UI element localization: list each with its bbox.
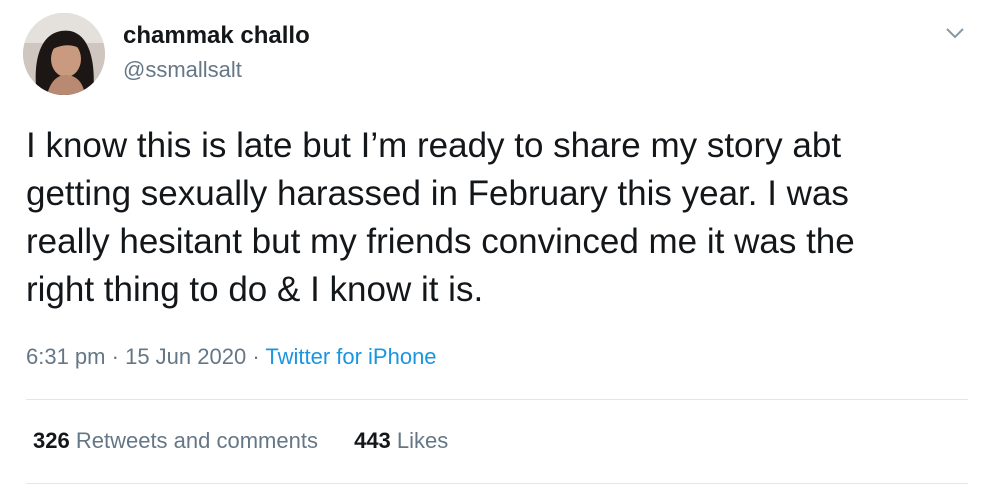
tweet-source-link[interactable]: Twitter for iPhone	[265, 344, 436, 369]
tweet-meta: 6:31 pm · 15 Jun 2020 · Twitter for iPho…	[26, 344, 437, 370]
author-display-name[interactable]: chammak challo	[123, 22, 310, 50]
likes-stat[interactable]: 443 Likes	[354, 428, 448, 454]
author-handle[interactable]: @ssmallsalt	[123, 57, 242, 83]
meta-separator: ·	[111, 344, 119, 369]
chevron-down-icon	[946, 28, 964, 39]
avatar[interactable]	[23, 13, 105, 95]
meta-separator: ·	[252, 344, 260, 369]
tweet-card: chammak challo @ssmallsalt I know this i…	[0, 0, 1000, 494]
divider	[26, 399, 968, 400]
retweets-label: Retweets and comments	[75, 428, 318, 453]
retweets-stat[interactable]: 326 Retweets and comments	[33, 428, 318, 454]
divider	[26, 483, 968, 484]
likes-label: Likes	[396, 428, 449, 453]
tweet-time[interactable]: 6:31 pm	[26, 344, 106, 369]
retweets-count: 326	[33, 428, 70, 453]
tweet-date[interactable]: 15 Jun 2020	[125, 344, 246, 369]
likes-count: 443	[354, 428, 391, 453]
tweet-stats: 326 Retweets and comments 443 Likes	[33, 428, 448, 454]
tweet-text: I know this is late but I’m ready to sha…	[26, 126, 855, 309]
tweet-menu-button[interactable]	[941, 22, 969, 44]
